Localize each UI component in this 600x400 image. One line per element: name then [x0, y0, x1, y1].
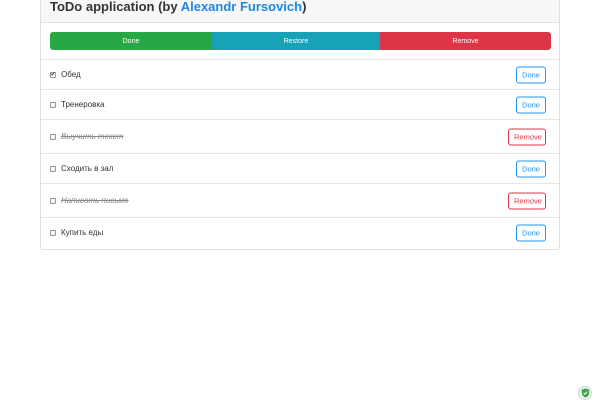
- todo-item: Выучить текст Remove: [41, 119, 559, 153]
- todo-item: ✔ Обед Done: [41, 59, 559, 89]
- todo-label: Написать письмо: [61, 196, 129, 205]
- todo-item: Купить еды Done: [41, 217, 559, 247]
- todo-card: ToDo application (by Alexandr Fursovich)…: [40, 0, 560, 250]
- todo-label: Сходить в зал: [61, 164, 114, 173]
- todo-checkbox[interactable]: [50, 197, 56, 204]
- todo-checkbox[interactable]: [50, 165, 56, 172]
- done-button[interactable]: Done: [516, 224, 546, 241]
- todo-item: Тренеровка Done: [41, 89, 559, 119]
- todo-label: Выучить текст: [61, 132, 124, 141]
- bulk-action-bar: Done Restore Remove: [50, 32, 551, 50]
- todo-item: Сходить в зал Done: [41, 153, 559, 183]
- title-prefix: ToDo application (by: [50, 0, 181, 14]
- restore-all-button[interactable]: Restore: [212, 32, 380, 50]
- title-suffix: ): [302, 0, 307, 14]
- todo-label: Обед: [61, 70, 81, 79]
- todo-checkbox[interactable]: [50, 101, 56, 108]
- todo-checkbox[interactable]: [50, 133, 56, 140]
- todo-label: Тренеровка: [61, 100, 105, 109]
- done-all-button[interactable]: Done: [50, 32, 212, 50]
- page-title: ToDo application (by Alexandr Fursovich): [41, 0, 559, 23]
- remove-button[interactable]: Remove: [508, 192, 546, 209]
- todo-list: ✔ Обед Done Тренеровка Done Выучить текс…: [41, 59, 559, 247]
- todo-checkbox[interactable]: ✔: [50, 71, 56, 78]
- done-button[interactable]: Done: [516, 66, 546, 83]
- remove-button[interactable]: Remove: [508, 128, 546, 145]
- author-link[interactable]: Alexandr Fursovich: [181, 0, 302, 14]
- todo-checkbox[interactable]: [50, 229, 56, 236]
- todo-item: Написать письмо Remove: [41, 183, 559, 217]
- remove-all-button[interactable]: Remove: [380, 32, 551, 50]
- check-icon: ✔: [50, 71, 56, 78]
- done-button[interactable]: Done: [516, 160, 546, 177]
- shield-icon[interactable]: [578, 386, 592, 400]
- done-button[interactable]: Done: [516, 96, 546, 113]
- todo-label: Купить еды: [61, 228, 104, 237]
